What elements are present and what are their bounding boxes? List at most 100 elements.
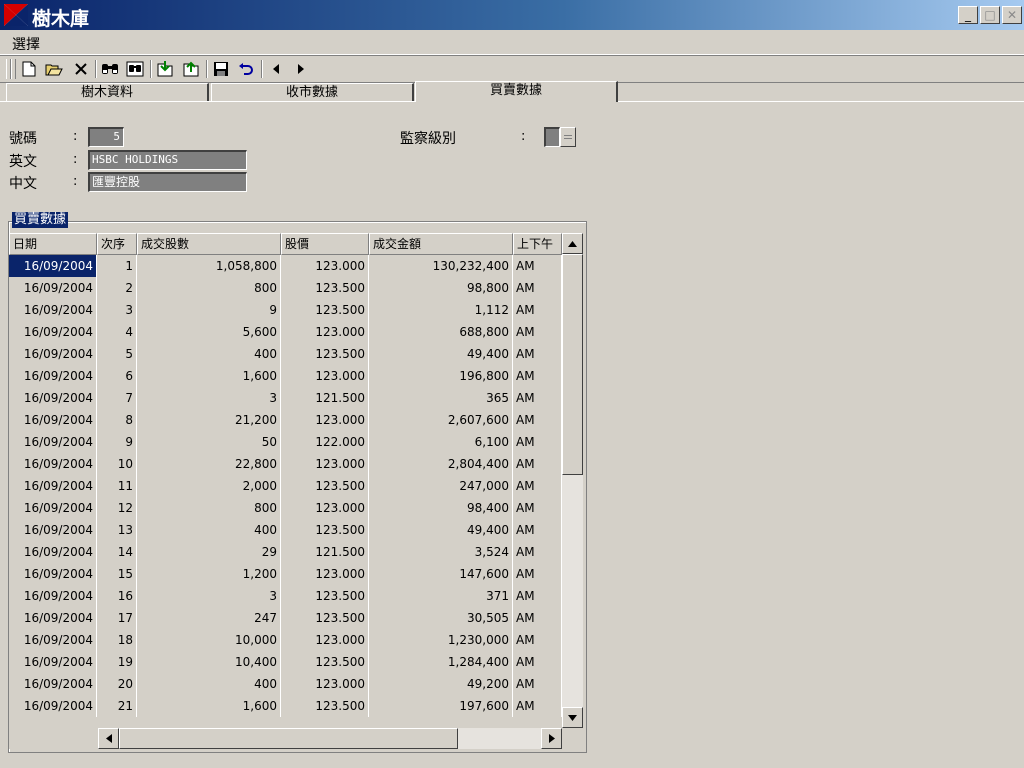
table-row[interactable]: 16/09/2004 20 400 123.000 49,200 AM — [9, 673, 562, 695]
cell-date[interactable]: 16/09/2004 — [9, 541, 97, 563]
table-row[interactable]: 16/09/2004 21 1,600 123.500 197,600 AM — [9, 695, 562, 717]
cell-volume[interactable]: 1,600 — [137, 365, 281, 387]
cell-turnover[interactable]: 3,524 — [369, 541, 513, 563]
cell-price[interactable]: 123.000 — [281, 321, 369, 343]
column-header-date[interactable]: 日期 — [9, 233, 97, 255]
tab-trade-data[interactable]: 買賣數據 — [415, 81, 618, 102]
cell-volume[interactable]: 21,200 — [137, 409, 281, 431]
cell-turnover[interactable]: 49,400 — [369, 343, 513, 365]
table-row[interactable]: 16/09/2004 12 800 123.000 98,400 AM — [9, 497, 562, 519]
table-row[interactable]: 16/09/2004 5 400 123.500 49,400 AM — [9, 343, 562, 365]
cell-session[interactable]: AM — [513, 541, 562, 563]
save-button[interactable] — [211, 59, 231, 79]
cell-turnover[interactable]: 1,230,000 — [369, 629, 513, 651]
cell-session[interactable]: AM — [513, 607, 562, 629]
tab-tree-data[interactable]: 樹木資料 — [6, 83, 209, 101]
scroll-up-button[interactable] — [562, 233, 583, 254]
cell-turnover[interactable]: 688,800 — [369, 321, 513, 343]
table-row[interactable]: 16/09/2004 13 400 123.500 49,400 AM — [9, 519, 562, 541]
cell-price[interactable]: 123.000 — [281, 497, 369, 519]
cell-price[interactable]: 123.000 — [281, 563, 369, 585]
cell-volume[interactable]: 22,800 — [137, 453, 281, 475]
scroll-right-button[interactable] — [541, 728, 562, 749]
export-button[interactable] — [181, 59, 201, 79]
cell-price[interactable]: 123.000 — [281, 453, 369, 475]
cell-turnover[interactable]: 247,000 — [369, 475, 513, 497]
cell-price[interactable]: 121.500 — [281, 541, 369, 563]
cell-volume[interactable]: 800 — [137, 497, 281, 519]
cell-session[interactable]: AM — [513, 343, 562, 365]
cell-turnover[interactable]: 130,232,400 — [369, 255, 513, 277]
vertical-scroll-thumb[interactable] — [562, 254, 583, 475]
cell-sequence[interactable]: 20 — [97, 673, 137, 695]
open-button[interactable] — [44, 59, 64, 79]
import-button[interactable] — [155, 59, 175, 79]
cell-volume[interactable]: 1,200 — [137, 563, 281, 585]
cell-volume[interactable]: 2,000 — [137, 475, 281, 497]
tab-closing-data[interactable]: 收市數據 — [211, 83, 414, 101]
cell-volume[interactable]: 9 — [137, 299, 281, 321]
cell-turnover[interactable]: 98,400 — [369, 497, 513, 519]
cell-price[interactable]: 123.500 — [281, 475, 369, 497]
close-button[interactable]: ✕ — [1002, 6, 1022, 24]
table-row[interactable]: 16/09/2004 4 5,600 123.000 688,800 AM — [9, 321, 562, 343]
cell-turnover[interactable]: 2,804,400 — [369, 453, 513, 475]
find-replace-button[interactable] — [125, 59, 145, 79]
monitor-level-button[interactable] — [560, 127, 576, 147]
previous-button[interactable] — [266, 59, 286, 79]
cell-date[interactable]: 16/09/2004 — [9, 299, 97, 321]
cell-volume[interactable]: 29 — [137, 541, 281, 563]
column-header-sequence[interactable]: 次序 — [97, 233, 137, 255]
scroll-left-button[interactable] — [98, 728, 119, 749]
cell-turnover[interactable]: 30,505 — [369, 607, 513, 629]
cell-sequence[interactable]: 6 — [97, 365, 137, 387]
cell-turnover[interactable]: 197,600 — [369, 695, 513, 717]
cell-price[interactable]: 123.500 — [281, 277, 369, 299]
cell-date[interactable]: 16/09/2004 — [9, 321, 97, 343]
cell-price[interactable]: 123.000 — [281, 365, 369, 387]
cell-sequence[interactable]: 15 — [97, 563, 137, 585]
cell-session[interactable]: AM — [513, 255, 562, 277]
cell-price[interactable]: 123.500 — [281, 299, 369, 321]
cell-session[interactable]: AM — [513, 563, 562, 585]
cell-date[interactable]: 16/09/2004 — [9, 585, 97, 607]
cell-price[interactable]: 123.000 — [281, 629, 369, 651]
cell-session[interactable]: AM — [513, 365, 562, 387]
cell-date[interactable]: 16/09/2004 — [9, 607, 97, 629]
cell-price[interactable]: 122.000 — [281, 431, 369, 453]
table-row[interactable]: 16/09/2004 3 9 123.500 1,112 AM — [9, 299, 562, 321]
table-row[interactable]: 16/09/2004 1 1,058,800 123.000 130,232,400 AM — [9, 255, 562, 277]
horizontal-scrollbar[interactable] — [98, 728, 562, 749]
cell-volume[interactable]: 247 — [137, 607, 281, 629]
cell-date[interactable]: 16/09/2004 — [9, 629, 97, 651]
table-row[interactable]: 16/09/2004 16 3 123.500 371 AM — [9, 585, 562, 607]
cell-volume[interactable]: 1,058,800 — [137, 255, 281, 277]
menu-select[interactable]: 選擇 — [12, 34, 40, 54]
cell-sequence[interactable]: 18 — [97, 629, 137, 651]
table-row[interactable]: 16/09/2004 19 10,400 123.500 1,284,400 AM — [9, 651, 562, 673]
monitor-level-field[interactable] — [544, 127, 560, 147]
table-row[interactable]: 16/09/2004 17 247 123.500 30,505 AM — [9, 607, 562, 629]
cell-sequence[interactable]: 4 — [97, 321, 137, 343]
table-row[interactable]: 16/09/2004 15 1,200 123.000 147,600 AM — [9, 563, 562, 585]
cell-session[interactable]: AM — [513, 475, 562, 497]
maximize-button[interactable]: □ — [980, 6, 1000, 24]
cell-price[interactable]: 123.000 — [281, 409, 369, 431]
cell-sequence[interactable]: 3 — [97, 299, 137, 321]
cell-price[interactable]: 121.500 — [281, 387, 369, 409]
cell-price[interactable]: 123.000 — [281, 255, 369, 277]
code-field[interactable]: 5 — [88, 127, 124, 147]
cell-price[interactable]: 123.500 — [281, 343, 369, 365]
cell-sequence[interactable]: 17 — [97, 607, 137, 629]
cell-volume[interactable]: 400 — [137, 343, 281, 365]
table-row[interactable]: 16/09/2004 10 22,800 123.000 2,804,400 AM — [9, 453, 562, 475]
cell-sequence[interactable]: 19 — [97, 651, 137, 673]
new-button[interactable] — [19, 59, 39, 79]
cell-date[interactable]: 16/09/2004 — [9, 409, 97, 431]
cell-volume[interactable]: 1,600 — [137, 695, 281, 717]
cell-volume[interactable]: 800 — [137, 277, 281, 299]
column-header-volume[interactable]: 成交股數 — [137, 233, 281, 255]
trade-grid[interactable]: 日期 次序 成交股數 股價 成交金額 上下午 16/09/2004 1 1,058,… — [9, 233, 562, 728]
scroll-down-button[interactable] — [562, 707, 583, 728]
cell-date[interactable]: 16/09/2004 — [9, 387, 97, 409]
